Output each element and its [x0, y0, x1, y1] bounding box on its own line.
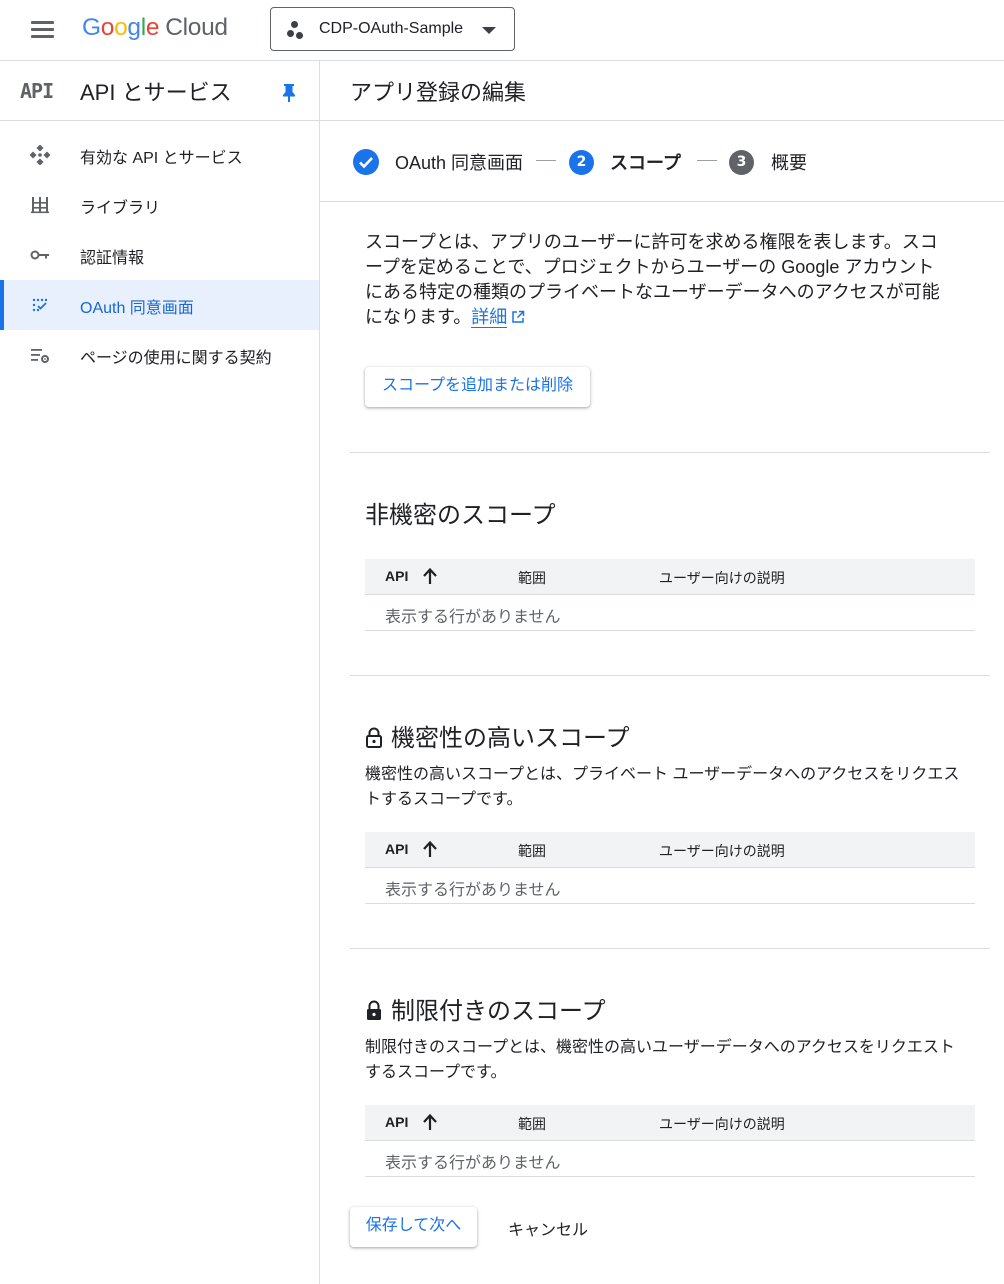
external-link-icon — [512, 310, 525, 323]
restricted-scopes-title: 制限付きのスコープ — [365, 991, 606, 1026]
sensitive-scopes-title: 機密性の高いスコープ — [365, 718, 630, 753]
key-icon — [30, 250, 49, 260]
dropdown-caret-icon — [482, 27, 496, 34]
column-api[interactable]: API — [385, 841, 408, 857]
non-sensitive-scopes-title: 非機密のスコープ — [365, 502, 556, 529]
sidebar-item-oauth-consent[interactable]: OAuth 同意画面 — [0, 280, 319, 330]
sidebar-item-label: ライブラリ — [80, 200, 161, 217]
main-content: アプリ登録の編集 OAuth 同意画面 2 スコープ 3 概要 スコープとは、ア… — [320, 60, 1004, 1284]
api-hub-icon — [30, 145, 50, 165]
step-2-label: スコープ — [610, 153, 681, 173]
non-sensitive-scopes-table: API 範囲 ユーザー向けの説明 表示する行がありません — [365, 559, 975, 631]
column-user-description: ユーザー向けの説明 — [659, 570, 785, 586]
column-api[interactable]: API — [385, 1114, 408, 1130]
step-connector — [536, 160, 556, 161]
pin-icon[interactable] — [281, 83, 297, 103]
step-connector — [697, 160, 717, 161]
registration-stepper: OAuth 同意画面 2 スコープ 3 概要 — [320, 121, 1004, 202]
sidebar-item-page-agreements[interactable]: ページの使用に関する契約 — [0, 330, 319, 380]
sidebar-nav: 有効な API とサービス ライブラリ 認証情報 OAuth 同意画面 ページの… — [0, 130, 319, 380]
cancel-button[interactable]: キャンセル — [498, 1216, 598, 1239]
table-empty-row: 表示する行がありません — [365, 1141, 975, 1177]
column-user-description: ユーザー向けの説明 — [659, 1116, 785, 1132]
consent-icon — [32, 298, 48, 312]
sidebar-item-library[interactable]: ライブラリ — [0, 180, 319, 230]
project-picker-button[interactable]: CDP-OAuth-Sample — [270, 7, 515, 51]
settings-list-icon — [31, 349, 49, 363]
sensitive-scopes-description: 機密性の高いスコープとは、プライベート ユーザーデータへのアクセスをリクエス ト… — [365, 766, 960, 808]
page-header: アプリ登録の編集 — [320, 60, 1004, 121]
section-divider — [350, 948, 990, 949]
section-divider — [350, 675, 990, 676]
column-scope: 範囲 — [518, 1116, 546, 1132]
step-3-label: 概要 — [771, 153, 807, 173]
sidebar-item-label: 有効な API とサービス — [80, 150, 243, 167]
scopes-intro-text: スコープとは、アプリのユーザーに許可を求める権限を表します。スコ ープを定めるこ… — [365, 230, 973, 330]
table-header: API 範囲 ユーザー向けの説明 — [365, 1105, 975, 1141]
section-divider — [350, 452, 990, 453]
google-cloud-logo[interactable]: Google Cloud — [82, 14, 228, 42]
sidebar-title: API とサービス — [80, 80, 232, 105]
sort-ascending-icon[interactable] — [422, 1113, 438, 1131]
sidebar-header: API API とサービス — [0, 60, 319, 121]
sidebar-item-credentials[interactable]: 認証情報 — [0, 230, 319, 280]
save-and-continue-button[interactable]: 保存して次へ — [350, 1207, 477, 1247]
sidebar-item-label: OAuth 同意画面 — [80, 300, 194, 317]
column-scope: 範囲 — [518, 843, 546, 859]
table-empty-row: 表示する行がありません — [365, 868, 975, 904]
step-done-check-icon — [353, 149, 379, 175]
left-sidebar: API API とサービス 有効な API とサービス ライブラリ 認証情報 O… — [0, 60, 320, 1284]
lock-icon — [367, 1000, 381, 1020]
sidebar-item-enabled-apis[interactable]: 有効な API とサービス — [0, 130, 319, 180]
add-remove-scopes-button[interactable]: スコープを追加または削除 — [365, 367, 590, 407]
column-user-description: ユーザー向けの説明 — [659, 843, 785, 859]
sort-ascending-icon[interactable] — [422, 840, 438, 858]
restricted-scopes-table: API 範囲 ユーザー向けの説明 表示する行がありません — [365, 1105, 975, 1177]
restricted-scopes-description: 制限付きのスコープとは、機密性の高いユーザーデータへのアクセスをリクエスト する… — [365, 1039, 955, 1081]
sidebar-item-label: 認証情報 — [80, 250, 145, 267]
table-empty-row: 表示する行がありません — [365, 595, 975, 631]
sensitive-scopes-table: API 範囲 ユーザー向けの説明 表示する行がありません — [365, 832, 975, 904]
step-2-number: 2 — [569, 150, 594, 175]
sidebar-item-label: ページの使用に関する契約 — [80, 350, 272, 367]
lock-open-outline-icon — [366, 727, 382, 748]
table-header: API 範囲 ユーザー向けの説明 — [365, 559, 975, 595]
library-icon — [31, 197, 49, 214]
project-dots-icon — [287, 20, 307, 40]
step-1-label[interactable]: OAuth 同意画面 — [395, 149, 523, 175]
column-scope: 範囲 — [518, 570, 546, 586]
column-api[interactable]: API — [385, 568, 408, 584]
project-name: CDP-OAuth-Sample — [319, 20, 464, 37]
sort-ascending-icon[interactable] — [422, 567, 438, 585]
top-bar: Google Cloud CDP-OAuth-Sample — [0, 0, 1004, 60]
table-header: API 範囲 ユーザー向けの説明 — [365, 832, 975, 868]
intro-line: になります。 — [365, 307, 472, 327]
details-link[interactable]: 詳細 — [471, 307, 508, 328]
intro-line: スコープとは、アプリのユーザーに許可を求める権限を表します。スコ — [365, 232, 938, 252]
api-logo-icon: API — [20, 79, 54, 103]
step-3-number: 3 — [729, 150, 754, 175]
intro-line: ープを定めることで、プロジェクトからユーザーの Google アカウント — [365, 257, 935, 277]
intro-line: にある特定の種類のプライベートなユーザーデータへのアクセスが可能 — [365, 282, 940, 302]
page-title: アプリ登録の編集 — [350, 80, 527, 105]
hamburger-menu-icon[interactable] — [26, 14, 60, 46]
